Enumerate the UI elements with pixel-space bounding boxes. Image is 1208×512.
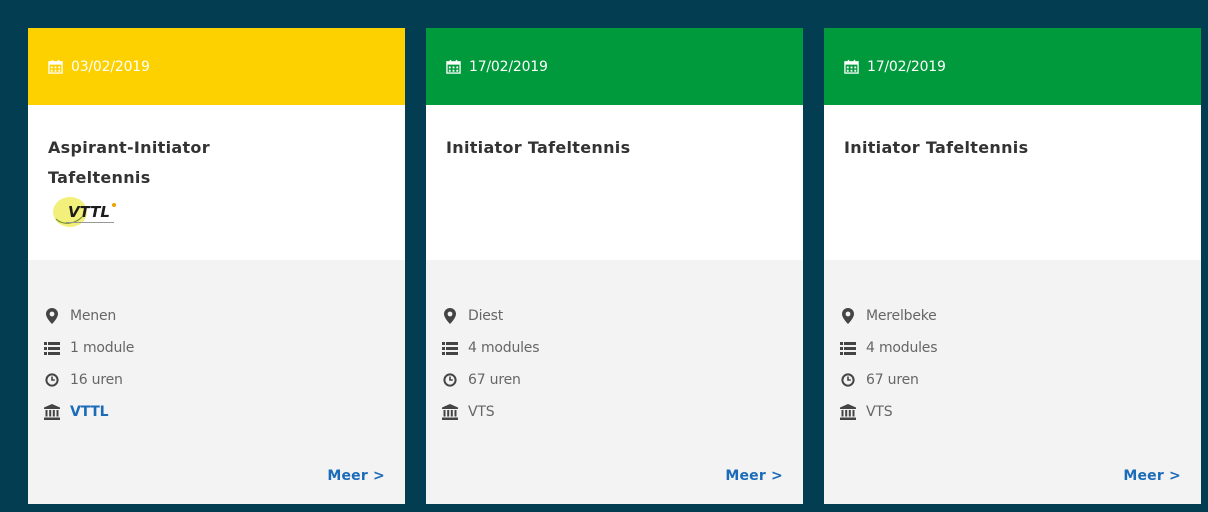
card-header: 17/02/2019 — [426, 28, 803, 105]
organizer-row: VTS — [442, 396, 787, 428]
hours-row: 16 uren — [44, 364, 389, 396]
card-title[interactable]: Initiator Tafeltennis — [844, 133, 1104, 163]
card-header: 17/02/2019 — [824, 28, 1201, 105]
location-row: Menen — [44, 300, 389, 332]
course-card[interactable]: 17/02/2019 Initiator Tafeltennis Diest 4… — [426, 28, 803, 504]
map-marker-icon — [44, 308, 60, 324]
modules-row: 4 modules — [442, 332, 787, 364]
organizer-row: VTTL — [44, 396, 389, 428]
hours-text: 67 uren — [866, 372, 919, 388]
modules-row: 4 modules — [840, 332, 1185, 364]
logo-text: VTTL — [68, 203, 110, 221]
map-marker-icon — [442, 308, 458, 324]
hours-text: 16 uren — [70, 372, 123, 388]
card-body: Diest 4 modules 67 uren VTS Meer > — [426, 260, 803, 504]
course-card-list: 03/02/2019 Aspirant-Initiator Tafeltenni… — [28, 28, 1201, 504]
institution-icon — [44, 404, 60, 420]
location-row: Diest — [442, 300, 787, 332]
location-text: Menen — [70, 308, 117, 324]
card-title-area: Initiator Tafeltennis — [824, 105, 1201, 260]
card-body: Merelbeke 4 modules 67 uren VTS Meer > — [824, 260, 1201, 504]
card-title[interactable]: Aspirant-Initiator Tafeltennis — [48, 133, 248, 193]
hours-text: 67 uren — [468, 372, 521, 388]
calendar-icon — [844, 59, 859, 74]
card-title-area: Aspirant-Initiator Tafeltennis VTTL — [28, 105, 405, 260]
hours-row: 67 uren — [840, 364, 1185, 396]
modules-text: 1 module — [70, 340, 135, 356]
more-link[interactable]: Meer > — [1123, 468, 1181, 484]
hours-row: 67 uren — [442, 364, 787, 396]
organizer-text: VTS — [866, 404, 893, 420]
organizer-row: VTS — [840, 396, 1185, 428]
clock-icon — [44, 372, 60, 388]
course-card[interactable]: 03/02/2019 Aspirant-Initiator Tafeltenni… — [28, 28, 405, 504]
vttl-logo: VTTL — [53, 197, 116, 227]
card-title[interactable]: Initiator Tafeltennis — [446, 133, 706, 163]
organizer-link[interactable]: VTTL — [70, 404, 109, 420]
institution-icon — [840, 404, 856, 420]
location-row: Merelbeke — [840, 300, 1185, 332]
card-body: Menen 1 module 16 uren VTTL Meer > — [28, 260, 405, 504]
list-icon — [44, 340, 60, 356]
modules-text: 4 modules — [866, 340, 938, 356]
clock-icon — [442, 372, 458, 388]
card-date: 17/02/2019 — [469, 58, 548, 75]
more-link[interactable]: Meer > — [725, 468, 783, 484]
card-header: 03/02/2019 — [28, 28, 405, 105]
calendar-icon — [446, 59, 461, 74]
institution-icon — [442, 404, 458, 420]
modules-text: 4 modules — [468, 340, 540, 356]
location-text: Diest — [468, 308, 504, 324]
card-title-area: Initiator Tafeltennis — [426, 105, 803, 260]
clock-icon — [840, 372, 856, 388]
modules-row: 1 module — [44, 332, 389, 364]
card-date: 03/02/2019 — [71, 58, 150, 75]
organizer-text: VTS — [468, 404, 495, 420]
list-icon — [840, 340, 856, 356]
map-marker-icon — [840, 308, 856, 324]
calendar-icon — [48, 59, 63, 74]
more-link[interactable]: Meer > — [327, 468, 385, 484]
location-text: Merelbeke — [866, 308, 937, 324]
card-date: 17/02/2019 — [867, 58, 946, 75]
course-card[interactable]: 17/02/2019 Initiator Tafeltennis Merelbe… — [824, 28, 1201, 504]
list-icon — [442, 340, 458, 356]
